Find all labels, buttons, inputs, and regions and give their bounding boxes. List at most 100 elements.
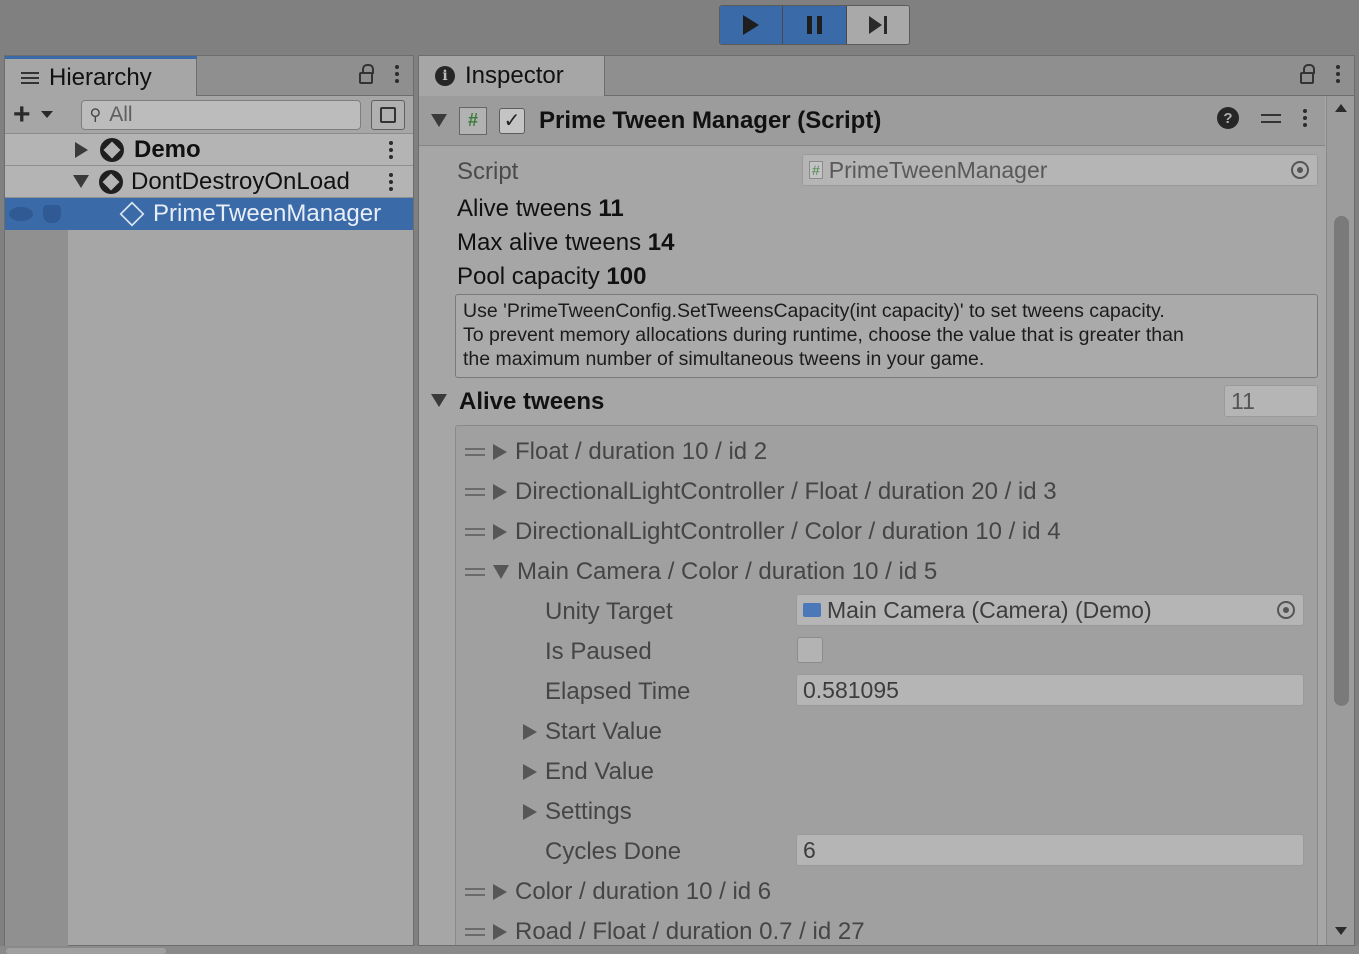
drag-handle-icon[interactable] xyxy=(465,928,485,936)
drag-handle-icon[interactable] xyxy=(465,568,485,576)
alive-tweens-label: Alive tweens xyxy=(457,195,592,222)
hierarchy-toolbar: + ⚲ All xyxy=(5,96,413,134)
list-icon xyxy=(21,71,39,84)
kebab-menu-icon[interactable] xyxy=(1303,109,1307,127)
kebab-menu-icon[interactable] xyxy=(395,65,399,83)
expand-arrow-icon[interactable] xyxy=(493,444,507,460)
hierarchy-list: Demo DontDestroyOnLoad PrimeTweenManager xyxy=(5,134,413,946)
hierarchy-item-dontdestroyonload[interactable]: DontDestroyOnLoad xyxy=(5,166,413,198)
scene-icon xyxy=(380,106,397,123)
scroll-down-icon[interactable] xyxy=(1335,927,1347,935)
help-line: the maximum number of simultaneous tween… xyxy=(463,348,985,370)
script-label: Script xyxy=(457,158,519,185)
inspector-tabstrip: i Inspector xyxy=(419,56,1354,96)
settings-foldout[interactable]: Settings xyxy=(523,798,632,826)
expand-arrow-icon[interactable] xyxy=(493,924,507,940)
alive-section-foldout-icon[interactable] xyxy=(431,394,447,407)
hierarchy-panel: Hierarchy + ⚲ All Demo DontDestroyOnLoad xyxy=(4,55,414,946)
tab-hierarchy[interactable]: Hierarchy xyxy=(5,56,197,96)
drag-handle-icon[interactable] xyxy=(465,488,485,496)
component-enabled-checkbox[interactable]: ✓ xyxy=(499,107,525,134)
kebab-menu-icon[interactable] xyxy=(1336,65,1340,83)
play-toolbar xyxy=(719,5,910,45)
hierarchy-item-label: Demo xyxy=(134,135,201,163)
add-button[interactable]: + xyxy=(13,99,31,130)
scrollbar-thumb[interactable] xyxy=(1334,216,1349,706)
script-icon: # xyxy=(459,106,487,135)
hierarchy-item-demo[interactable]: Demo xyxy=(5,134,413,166)
alive-section-label[interactable]: Alive tweens xyxy=(459,388,604,416)
cycles-done-field[interactable]: 6 xyxy=(796,834,1304,866)
kebab-menu-icon[interactable] xyxy=(389,140,393,159)
help-icon[interactable]: ? xyxy=(1217,107,1239,129)
hierarchy-gutter xyxy=(5,134,68,946)
chevron-down-icon[interactable] xyxy=(40,111,53,118)
hierarchy-item-primetweenmanager[interactable]: PrimeTweenManager xyxy=(5,198,413,230)
expand-arrow-icon[interactable] xyxy=(493,884,507,900)
start-value-foldout[interactable]: Start Value xyxy=(523,718,662,746)
tween-label: Color / duration 10 / id 6 xyxy=(515,878,772,905)
kebab-menu-icon[interactable] xyxy=(389,172,393,191)
help-line: Use 'PrimeTweenConfig.SetTweensCapacity(… xyxy=(463,300,1165,322)
play-button[interactable] xyxy=(720,6,784,44)
tab-inspector-label: Inspector xyxy=(465,62,564,89)
collapse-arrow-icon[interactable] xyxy=(493,565,509,579)
lock-icon[interactable] xyxy=(359,64,374,84)
alive-section-count[interactable]: 11 xyxy=(1224,385,1318,417)
tween-label: Main Camera / Color / duration 10 / id 5 xyxy=(517,558,938,585)
expand-arrow-icon[interactable] xyxy=(75,141,88,158)
hierarchy-tabstrip: Hierarchy xyxy=(5,56,413,96)
scrollbar-thumb[interactable] xyxy=(6,948,166,954)
help-box: Use 'PrimeTweenConfig.SetTweensCapacity(… xyxy=(455,294,1318,378)
elapsed-time-label: Elapsed Time xyxy=(545,678,691,705)
lock-icon[interactable] xyxy=(1300,64,1315,84)
visibility-eye-icon[interactable] xyxy=(9,207,33,221)
component-header[interactable]: # ✓ Prime Tween Manager (Script) ? xyxy=(419,96,1325,146)
step-button[interactable] xyxy=(846,6,909,44)
pause-button[interactable] xyxy=(783,6,847,44)
tween-label: DirectionalLightController / Float / dur… xyxy=(515,478,1057,505)
list-item[interactable]: Road / Float / duration 0.7 / id 27 xyxy=(465,918,865,945)
object-picker-icon[interactable] xyxy=(1277,601,1295,619)
list-item[interactable]: Float / duration 10 / id 2 xyxy=(465,438,767,466)
list-item[interactable]: DirectionalLightController / Float / dur… xyxy=(465,478,1057,506)
search-input[interactable]: ⚲ All xyxy=(80,99,362,130)
pickable-hand-icon[interactable] xyxy=(43,205,61,223)
expand-arrow-icon[interactable] xyxy=(493,524,507,540)
component-foldout-icon[interactable] xyxy=(431,114,447,127)
horizontal-scrollbar[interactable] xyxy=(0,946,1359,954)
cycles-done-label: Cycles Done xyxy=(545,838,682,865)
tab-inspector[interactable]: i Inspector xyxy=(419,56,605,96)
alive-tweens-stat: Alive tweens 11 xyxy=(457,195,624,223)
list-item[interactable]: DirectionalLightController / Color / dur… xyxy=(465,518,1061,546)
gameobject-cube-icon xyxy=(119,201,145,227)
script-file-icon: # xyxy=(809,161,823,179)
start-value-label: Start Value xyxy=(545,718,662,745)
step-icon xyxy=(868,16,887,34)
expand-arrow-icon[interactable] xyxy=(523,724,537,740)
max-alive-label: Max alive tweens xyxy=(457,229,642,256)
elapsed-time-field[interactable]: 0.581095 xyxy=(796,674,1304,706)
list-item[interactable]: Main Camera / Color / duration 10 / id 5 xyxy=(465,558,937,586)
object-picker-icon[interactable] xyxy=(1291,161,1309,179)
vertical-scrollbar[interactable] xyxy=(1326,96,1354,945)
pool-capacity-stat: Pool capacity 100 xyxy=(457,263,646,291)
max-alive-value: 14 xyxy=(647,229,675,256)
expand-arrow-icon[interactable] xyxy=(523,804,537,820)
tab-hierarchy-label: Hierarchy xyxy=(49,63,152,91)
is-paused-checkbox[interactable] xyxy=(797,637,823,663)
scene-search-button[interactable] xyxy=(371,99,405,130)
expand-arrow-icon[interactable] xyxy=(493,484,507,500)
drag-handle-icon[interactable] xyxy=(465,528,485,536)
scroll-up-icon[interactable] xyxy=(1335,104,1347,112)
collapse-arrow-icon[interactable] xyxy=(73,175,89,188)
expand-arrow-icon[interactable] xyxy=(523,764,537,780)
unity-target-field[interactable]: Main Camera (Camera) (Demo) xyxy=(796,594,1304,626)
list-item[interactable]: Color / duration 10 / id 6 xyxy=(465,878,771,906)
presets-sliders-icon[interactable] xyxy=(1261,113,1281,123)
inspector-body: # ✓ Prime Tween Manager (Script) ? Scrip… xyxy=(419,96,1354,945)
drag-handle-icon[interactable] xyxy=(465,448,485,456)
drag-handle-icon[interactable] xyxy=(465,888,485,896)
end-value-foldout[interactable]: End Value xyxy=(523,758,654,786)
script-field[interactable]: # PrimeTweenManager xyxy=(802,154,1318,186)
